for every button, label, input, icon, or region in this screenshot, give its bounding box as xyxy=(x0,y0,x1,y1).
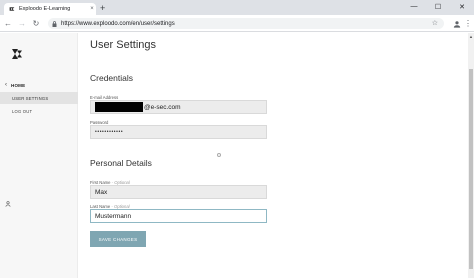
lock-icon xyxy=(52,20,58,27)
loading-spinner-icon xyxy=(217,153,221,157)
tab-close-icon[interactable]: × xyxy=(88,6,96,12)
first-name-field[interactable]: Max xyxy=(90,185,267,199)
close-window-icon[interactable]: ✕ xyxy=(450,0,474,13)
address-bar[interactable]: https://www.exploodo.com/en/user/setting… xyxy=(48,18,444,29)
save-changes-button[interactable]: SAVE CHANGES xyxy=(90,231,146,247)
browser-tabbar: Exploodo E-Learning × + — ☐ ✕ xyxy=(0,0,474,15)
main-content: User Settings Credentials E-mail Address… xyxy=(78,33,470,278)
favicon-icon xyxy=(9,6,15,12)
sidebar-item-user-settings[interactable]: USER SETTINGS xyxy=(0,92,78,104)
user-icon[interactable] xyxy=(5,194,11,207)
new-tab-icon[interactable]: + xyxy=(100,3,105,13)
browser-menu-icon[interactable]: ⋮ xyxy=(464,18,472,29)
chevron-left-icon: ‹ xyxy=(5,82,7,88)
forward-icon[interactable]: → xyxy=(16,17,28,29)
reload-icon[interactable]: ↻ xyxy=(30,17,42,29)
page-title: User Settings xyxy=(90,39,157,51)
password-field[interactable]: •••••••••••• xyxy=(90,125,267,139)
scroll-up-icon[interactable]: ▲ xyxy=(469,34,473,39)
sidebar: ‹ HOME USER SETTINGS LOG OUT xyxy=(0,33,78,278)
browser-toolbar: ← → ↻ https://www.exploodo.com/en/user/s… xyxy=(0,15,474,32)
credentials-heading: Credentials xyxy=(90,73,133,83)
browser-tab[interactable]: Exploodo E-Learning × xyxy=(4,3,96,15)
personal-details-heading: Personal Details xyxy=(90,158,152,168)
redaction-block xyxy=(95,102,143,112)
page-scrollbar[interactable]: ▲ xyxy=(468,33,474,278)
window-controls: — ☐ ✕ xyxy=(402,0,474,13)
home-label: HOME xyxy=(11,82,26,88)
maximize-icon[interactable]: ☐ xyxy=(426,0,450,13)
home-link[interactable]: ‹ HOME xyxy=(5,82,25,88)
first-name-value: Max xyxy=(95,188,108,196)
email-suffix: @e-sec.com xyxy=(144,103,181,111)
sidebar-item-log-out[interactable]: LOG OUT xyxy=(0,105,78,117)
minimize-icon[interactable]: — xyxy=(402,0,426,13)
last-name-field[interactable]: Mustermann xyxy=(90,209,267,223)
back-icon[interactable]: ← xyxy=(2,17,14,29)
bookmark-star-icon[interactable]: ☆ xyxy=(432,19,438,27)
scroll-thumb[interactable] xyxy=(469,69,473,269)
tab-title: Exploodo E-Learning xyxy=(19,6,71,12)
password-value: •••••••••••• xyxy=(95,129,124,135)
last-name-value: Mustermann xyxy=(95,212,132,220)
email-field[interactable]: @e-sec.com xyxy=(90,100,267,114)
account-icon[interactable] xyxy=(452,18,462,29)
url-text: https://www.exploodo.com/en/user/setting… xyxy=(61,20,175,27)
exploodo-logo-icon[interactable] xyxy=(11,47,23,59)
